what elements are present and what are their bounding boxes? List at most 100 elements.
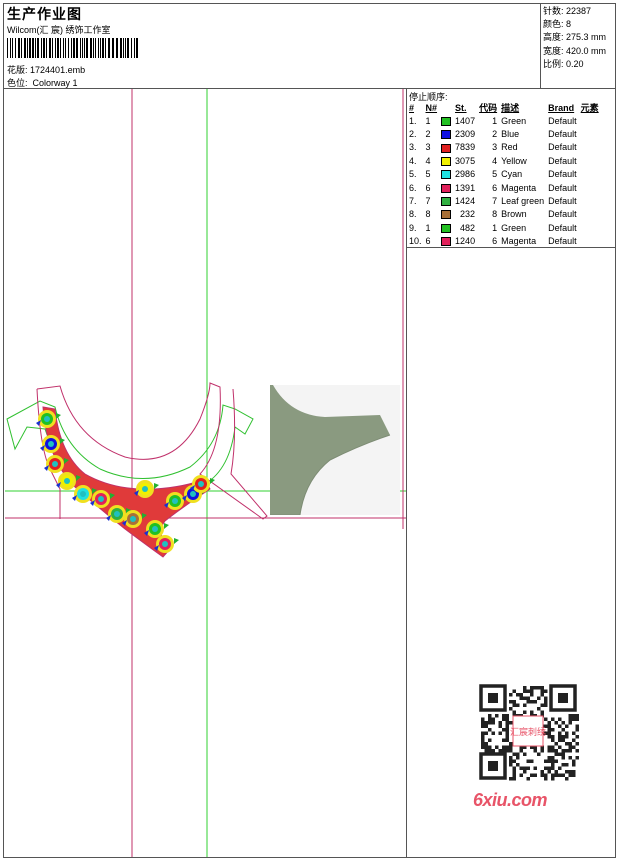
table-row: 10. 6 1240 6 Magenta Default: [407, 235, 601, 248]
row-needle: 1: [424, 221, 454, 234]
color-swatch: [441, 237, 452, 247]
color-swatch: [441, 156, 452, 166]
row-index: 4.: [409, 155, 417, 166]
row-description: Green: [501, 222, 527, 233]
row-element: [579, 221, 601, 234]
row-index: 6.: [409, 182, 417, 193]
col-stitches: St.: [455, 102, 467, 113]
table-row: 6. 6 1391 6 Magenta Default: [407, 181, 601, 194]
col-code: 代码: [479, 103, 498, 113]
stat-colors: 颜色: 8: [543, 19, 572, 30]
row-brand: Default: [548, 182, 577, 193]
row-description: Magenta: [501, 182, 537, 193]
row-index: 7.: [409, 196, 417, 207]
design-stats: 针数: 22387 颜色: 8 高度: 275.3 mm 宽度: 420.0 m…: [543, 5, 606, 71]
row-stitches: 2986: [455, 169, 476, 180]
row-description: Red: [501, 142, 518, 153]
col-description: 描述: [501, 103, 520, 113]
row-index: 8.: [409, 209, 417, 220]
row-description: Yellow: [501, 155, 527, 166]
row-description: Green: [501, 115, 527, 126]
row-code: 6: [492, 236, 498, 247]
table-row: 4. 4 3075 4 Yellow Default: [407, 154, 601, 167]
row-element: [579, 141, 601, 154]
table-row: 3. 3 7839 3 Red Default: [407, 141, 601, 154]
row-brand: Default: [548, 142, 577, 153]
row-description: Brown: [501, 209, 527, 220]
color-swatch: [441, 223, 452, 233]
row-needle: 2: [424, 127, 454, 140]
row-element: [579, 127, 601, 140]
row-stitches: 3075: [455, 155, 476, 166]
row-element: [579, 168, 601, 181]
qr-seal-text: 汇宸刺绣: [510, 726, 546, 738]
row-description: Magenta: [501, 236, 537, 247]
barcode: [7, 38, 138, 58]
table-row: 7. 7 1424 7 Leaf green Default: [407, 194, 601, 207]
stats-divider: [540, 3, 541, 88]
row-description: Blue: [501, 129, 520, 140]
colorway-label: 色位:: [7, 78, 28, 88]
row-description: Cyan: [501, 169, 523, 180]
row-code: 7: [492, 196, 498, 207]
col-index: #: [409, 102, 415, 113]
row-stitches: 7839: [455, 142, 476, 153]
stat-stitches: 针数: 22387: [543, 6, 592, 16]
qr-code: 汇宸刺绣: [471, 680, 586, 785]
row-needle: 7: [424, 194, 454, 207]
row-stitches: 232: [460, 209, 476, 220]
design-label: 花版:: [7, 65, 28, 75]
row-element: [579, 235, 601, 248]
row-brand: Default: [548, 115, 577, 126]
color-swatch: [441, 130, 452, 140]
row-stitches: 1240: [455, 236, 476, 247]
row-code: 3: [492, 142, 498, 153]
color-swatch: [441, 210, 452, 220]
color-swatch: [441, 116, 452, 126]
row-index: 3.: [409, 142, 417, 153]
row-index: 2.: [409, 129, 417, 140]
col-needle: N#: [425, 102, 438, 113]
row-stitches: 1407: [455, 115, 476, 126]
row-brand: Default: [548, 222, 577, 233]
row-needle: 5: [424, 168, 454, 181]
site-logo: 6xiu.com: [473, 790, 548, 810]
row-stitches: 1424: [455, 196, 476, 207]
row-brand: Default: [548, 169, 577, 180]
col-brand: Brand: [548, 102, 575, 113]
row-element: [579, 114, 601, 127]
table-row: 5. 5 2986 5 Cyan Default: [407, 168, 601, 181]
col-element: 元素: [580, 103, 599, 113]
row-stitches: 482: [460, 222, 476, 233]
row-needle: 6: [424, 235, 454, 248]
color-swatch: [441, 170, 452, 180]
row-element: [579, 208, 601, 221]
row-code: 5: [492, 169, 498, 180]
row-element: [579, 194, 601, 207]
table-row: 8. 8 232 8 Brown Default: [407, 208, 601, 221]
color-swatch: [441, 183, 452, 193]
stat-scale: 比例: 0.20: [543, 58, 584, 69]
color-swatch: [441, 197, 452, 207]
table-row: 9. 1 482 1 Green Default: [407, 221, 601, 234]
row-index: 5.: [409, 169, 417, 180]
stat-height: 高度: 275.3 mm: [543, 32, 607, 43]
row-description: Leaf green: [501, 196, 545, 207]
table-header-row: # N# St. 代码 描述 Brand 元素: [407, 101, 601, 114]
row-element: [579, 181, 601, 194]
design-file: 1724401.emb: [30, 65, 86, 75]
row-brand: Default: [548, 236, 577, 247]
row-brand: Default: [548, 196, 577, 207]
row-needle: 3: [424, 141, 454, 154]
fabric-preview: [270, 385, 400, 515]
row-needle: 4: [424, 154, 454, 167]
design-file-row: 花版: 1724401.emb: [7, 63, 85, 76]
row-index: 10.: [409, 236, 422, 247]
row-stitches: 2309: [455, 129, 476, 140]
row-needle: 1: [424, 114, 454, 127]
row-index: 9.: [409, 222, 417, 233]
row-code: 1: [492, 222, 498, 233]
colorway-row: 色位: Colorway 1: [7, 76, 78, 89]
row-brand: Default: [548, 155, 577, 166]
row-stitches: 1391: [455, 182, 476, 193]
